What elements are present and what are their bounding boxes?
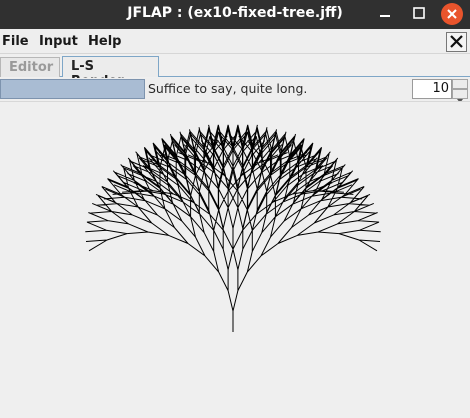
recursion-depth-field[interactable]: 10 xyxy=(412,79,452,99)
minimize-icon xyxy=(380,15,390,17)
status-message: Suffice to say, quite long. xyxy=(148,81,308,96)
menu-help[interactable]: Help xyxy=(88,34,121,49)
tab-strip: Editor L-S Render xyxy=(0,55,470,89)
tree-branches xyxy=(85,124,381,332)
window-title: JFLAP : (ex10-fixed-tree.jff) xyxy=(127,5,343,21)
tab-editor[interactable]: Editor xyxy=(0,57,60,77)
close-icon xyxy=(450,35,463,48)
tab-ls-render[interactable]: L-S Render xyxy=(62,56,159,89)
close-tab-button[interactable] xyxy=(446,32,467,52)
decrement-button[interactable] xyxy=(452,89,468,103)
menubar: File Input Help xyxy=(0,29,470,54)
fractal-tree-drawing xyxy=(85,124,381,332)
menu-input[interactable]: Input xyxy=(39,34,78,49)
minimize-button[interactable] xyxy=(374,3,396,25)
render-toolbar: Suffice to say, quite long. 10 xyxy=(0,78,470,103)
increment-button[interactable] xyxy=(452,79,468,93)
maximize-icon xyxy=(413,7,425,19)
recursion-depth-stepper xyxy=(452,79,468,103)
menu-file[interactable]: File xyxy=(2,34,29,49)
window-titlebar: JFLAP : (ex10-fixed-tree.jff) xyxy=(0,0,470,29)
close-window-button[interactable] xyxy=(441,3,463,25)
close-icon xyxy=(447,9,457,19)
render-progress-bar xyxy=(0,79,145,99)
maximize-button[interactable] xyxy=(408,3,430,25)
render-canvas[interactable] xyxy=(0,101,470,418)
